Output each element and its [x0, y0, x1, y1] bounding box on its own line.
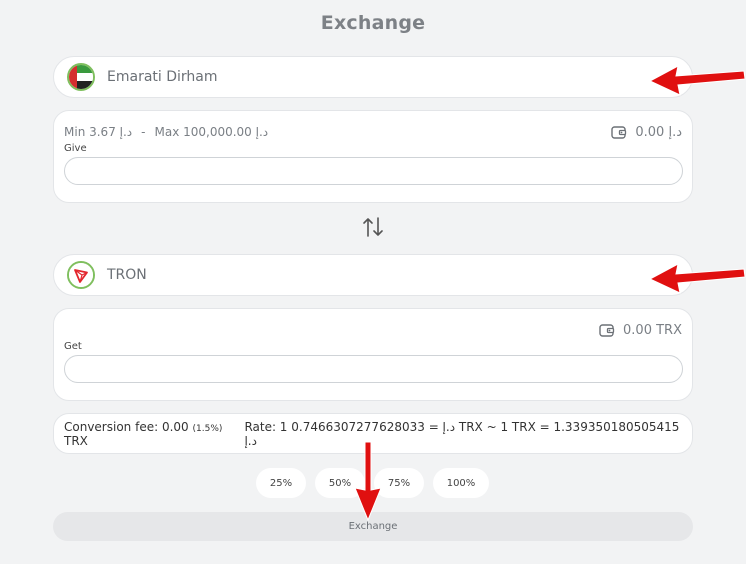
give-limits: Min 3.67 د.إ - Max 100,000.00 د.إ: [64, 125, 268, 139]
red-arrow-icon: [648, 65, 746, 96]
percent-25-button[interactable]: 25%: [256, 468, 306, 498]
exchange-rate: Rate: 1 د.إ = 0.7466307277628033 TRX ~ 1…: [244, 419, 680, 448]
red-arrow-icon: [354, 441, 382, 522]
max-amount: Max 100,000.00 د.إ: [154, 125, 269, 139]
uae-flag-icon: [67, 63, 95, 91]
min-amount: Min 3.67 د.إ: [64, 125, 133, 139]
fee-label: Conversion fee: 0.00: [64, 419, 189, 434]
percent-100-button[interactable]: 100%: [433, 468, 489, 498]
get-label: Get: [64, 341, 82, 352]
page-title: Exchange: [320, 12, 426, 34]
wallet-icon: [599, 323, 615, 337]
fee-unit: TRX: [64, 433, 88, 448]
wallet-icon: [611, 125, 627, 139]
swap-vertical-icon[interactable]: [361, 215, 385, 239]
give-balance-value: د.إ 0.00: [635, 124, 682, 140]
conversion-fee: Conversion fee: 0.00 (1.5%) TRX: [64, 420, 244, 448]
to-currency-selector[interactable]: TRON: [53, 254, 693, 296]
give-label: Give: [64, 143, 87, 154]
get-panel: 0.00 TRX Get: [53, 308, 693, 401]
give-balance: د.إ 0.00: [611, 125, 682, 140]
limit-separator: -: [141, 125, 146, 139]
to-currency-name: TRON: [107, 267, 147, 283]
give-amount-input[interactable]: [64, 157, 683, 185]
red-arrow-icon: [648, 263, 746, 294]
get-balance-value: 0.00 TRX: [623, 322, 682, 338]
get-amount-input[interactable]: [64, 355, 683, 383]
from-currency-selector[interactable]: Emarati Dirham: [53, 56, 693, 98]
get-balance: 0.00 TRX: [599, 323, 682, 338]
give-panel: Min 3.67 د.إ - Max 100,000.00 د.إ د.إ 0.00…: [53, 110, 693, 203]
from-currency-name: Emarati Dirham: [107, 69, 218, 85]
fee-percent: (1.5%): [192, 423, 223, 434]
tron-logo-icon: [67, 261, 95, 289]
